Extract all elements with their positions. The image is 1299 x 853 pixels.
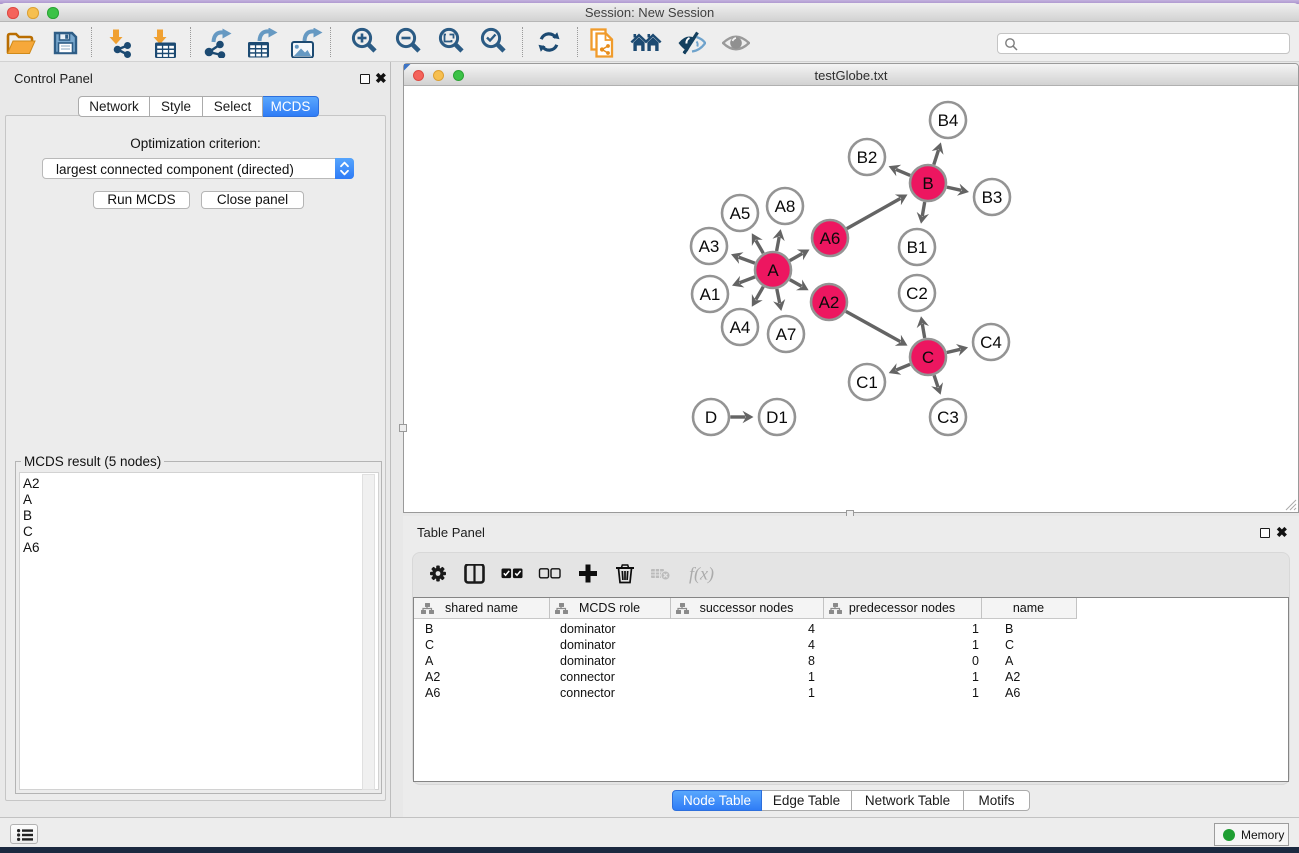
svg-text:B: B — [922, 174, 933, 193]
svg-text:f(x): f(x) — [689, 564, 714, 584]
svg-text:D: D — [705, 408, 717, 427]
svg-text:A2: A2 — [819, 293, 840, 312]
svg-text:A4: A4 — [730, 318, 751, 337]
svg-text:A3: A3 — [699, 237, 720, 256]
svg-text:C1: C1 — [856, 373, 878, 392]
svg-text:B3: B3 — [982, 188, 1003, 207]
svg-text:B2: B2 — [857, 148, 878, 167]
svg-text:B1: B1 — [907, 238, 928, 257]
svg-text:A8: A8 — [775, 197, 796, 216]
svg-text:C2: C2 — [906, 284, 928, 303]
svg-text:A6: A6 — [820, 229, 841, 248]
svg-text:C: C — [922, 348, 934, 367]
svg-text:D1: D1 — [766, 408, 788, 427]
svg-text:B4: B4 — [938, 111, 959, 130]
svg-text:A: A — [767, 261, 779, 280]
svg-text:A5: A5 — [730, 204, 751, 223]
svg-text:C3: C3 — [937, 408, 959, 427]
svg-text:A7: A7 — [776, 325, 797, 344]
svg-text:A1: A1 — [700, 285, 721, 304]
svg-text:C4: C4 — [980, 333, 1002, 352]
